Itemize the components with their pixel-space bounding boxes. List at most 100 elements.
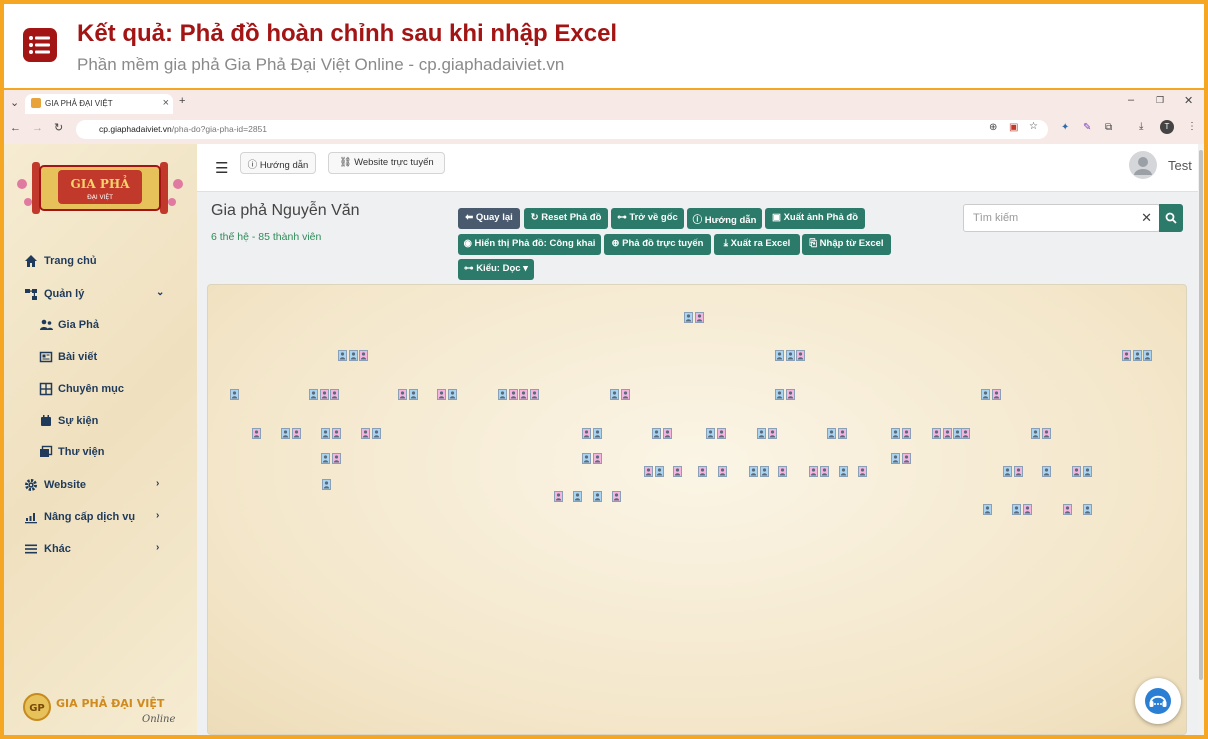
tree-node-male[interactable] <box>759 466 769 477</box>
tree-node-male[interactable] <box>447 389 457 400</box>
tree-node-female[interactable] <box>785 389 795 400</box>
tree-node-male[interactable] <box>1012 504 1021 515</box>
tree-node-female[interactable] <box>991 389 1001 400</box>
family-tree-canvas[interactable] <box>207 284 1187 735</box>
extensions-icon[interactable]: ⧉ <box>1105 122 1112 133</box>
download-icon[interactable]: ⤓ <box>1139 121 1143 132</box>
minimize-icon[interactable]: – <box>1128 94 1134 106</box>
install-icon[interactable]: ▣ <box>1009 122 1018 133</box>
tree-node-female[interactable] <box>837 428 847 439</box>
tree-node-male[interactable] <box>592 428 602 439</box>
reload-icon[interactable]: ↻ <box>54 121 63 134</box>
tree-node-male[interactable] <box>322 479 331 490</box>
reset-chart-button[interactable]: ↻ Reset Phả đồ <box>524 208 608 229</box>
window-close-icon[interactable]: ✕ <box>1184 94 1193 107</box>
tree-node-female[interactable] <box>529 389 539 400</box>
nav-library[interactable]: Thư viện <box>4 443 197 465</box>
guide-button[interactable]: ⓘ Hướng dẫn <box>240 152 316 174</box>
tree-node-male[interactable] <box>1042 466 1051 477</box>
tree-node-female[interactable] <box>662 428 672 439</box>
tree-node-female[interactable] <box>1041 428 1051 439</box>
back-nav-icon[interactable]: ← <box>10 122 21 134</box>
tree-node-female[interactable] <box>361 428 370 439</box>
tree-node-female[interactable] <box>612 491 621 502</box>
tree-node-male[interactable] <box>338 350 347 361</box>
tree-node-female[interactable] <box>858 466 867 477</box>
tree-node-male[interactable] <box>891 428 900 439</box>
tree-node-female[interactable] <box>620 389 630 400</box>
tree-node-male[interactable] <box>582 453 591 464</box>
tree-node-female[interactable] <box>901 453 911 464</box>
tree-node-female[interactable] <box>718 466 727 477</box>
tree-node-female[interactable] <box>1063 504 1072 515</box>
new-tab-icon[interactable]: + <box>179 95 185 107</box>
close-tab-icon[interactable]: × <box>163 97 169 109</box>
tree-node-female[interactable] <box>932 428 941 439</box>
tree-node-female[interactable] <box>698 466 707 477</box>
display-mode-button[interactable]: ◉ Hiển thị Phả đồ: Công khai <box>458 234 601 255</box>
tree-node-female[interactable] <box>437 389 446 400</box>
extension-a-icon[interactable]: ✦ <box>1061 122 1069 133</box>
nav-genealogy[interactable]: Gia Phả <box>4 316 197 338</box>
tree-node-male[interactable] <box>706 428 715 439</box>
nav-other[interactable]: Khác › <box>4 540 197 562</box>
tree-node-male[interactable] <box>775 389 784 400</box>
avatar[interactable] <box>1129 151 1157 179</box>
nav-events[interactable]: Sự kiện <box>4 412 197 434</box>
tree-node-male[interactable] <box>348 350 358 361</box>
tree-node-female[interactable] <box>644 466 653 477</box>
tree-node-male[interactable] <box>749 466 758 477</box>
scrollbar-thumb[interactable] <box>1199 150 1203 680</box>
tree-node-female[interactable] <box>252 428 261 439</box>
tree-node-male[interactable] <box>981 389 990 400</box>
tree-node-male[interactable] <box>593 491 602 502</box>
tree-node-male[interactable] <box>230 389 239 400</box>
tree-node-male[interactable] <box>321 428 330 439</box>
tree-node-male[interactable] <box>1003 466 1012 477</box>
export-image-button[interactable]: ▣ Xuất ảnh Phả đồ <box>765 208 865 229</box>
tree-node-male[interactable] <box>573 491 582 502</box>
tree-node-male[interactable] <box>1031 428 1040 439</box>
import-excel-button[interactable]: ⎘ Nhập từ Excel <box>802 234 891 255</box>
tree-node-male[interactable] <box>654 466 664 477</box>
tree-node-female[interactable] <box>582 428 591 439</box>
back-button[interactable]: ⬅ Quay lại <box>458 208 520 229</box>
nav-categories[interactable]: Chuyên mục <box>4 380 197 402</box>
browser-tab[interactable]: GIA PHẢ ĐẠI VIỆT × <box>25 94 173 114</box>
tree-node-female[interactable] <box>767 428 777 439</box>
tree-node-female[interactable] <box>319 389 329 400</box>
tree-node-female[interactable] <box>1022 504 1032 515</box>
tree-node-female[interactable] <box>901 428 911 439</box>
pen-extension-icon[interactable]: ✎ <box>1083 122 1091 133</box>
tree-node-female[interactable] <box>359 350 368 361</box>
tree-node-male[interactable] <box>983 504 992 515</box>
tree-node-male[interactable] <box>281 428 290 439</box>
tree-node-female[interactable] <box>519 389 528 400</box>
tree-node-female[interactable] <box>331 453 341 464</box>
tree-node-female[interactable] <box>592 453 602 464</box>
tree-node-male[interactable] <box>891 453 900 464</box>
chart-guide-button[interactable]: ⓘ Hướng dẫn <box>687 208 762 229</box>
search-input[interactable]: Tìm kiếm ✕ <box>963 204 1160 232</box>
nav-articles[interactable]: Bài viết <box>4 348 197 370</box>
tree-node-male[interactable] <box>1143 350 1152 361</box>
tree-node-male[interactable] <box>498 389 507 400</box>
export-excel-button[interactable]: ⤓ Xuất ra Excel <box>714 234 800 255</box>
tree-node-female[interactable] <box>819 466 829 477</box>
restore-icon[interactable]: ❐ <box>1156 95 1164 106</box>
tree-node-male[interactable] <box>785 350 795 361</box>
nav-upgrade[interactable]: Nâng cấp dịch vụ › <box>4 508 197 530</box>
address-bar[interactable]: cp.giaphadaiviet.vn/pha-do?gia-pha-id=28… <box>76 120 1048 139</box>
zoom-icon[interactable]: ⊕ <box>989 122 997 133</box>
browser-menu-icon[interactable]: ⋮ <box>1187 121 1197 132</box>
tree-node-female[interactable] <box>961 428 970 439</box>
tree-node-male[interactable] <box>1132 350 1142 361</box>
tree-node-female[interactable] <box>1122 350 1131 361</box>
tree-node-female[interactable] <box>331 428 341 439</box>
tree-node-female[interactable] <box>809 466 818 477</box>
tree-node-male[interactable] <box>839 466 848 477</box>
tree-node-female[interactable] <box>694 312 704 323</box>
nav-home[interactable]: Trang chủ <box>4 252 197 274</box>
online-chart-button[interactable]: ⊕ Phả đồ trực tuyến <box>604 234 711 255</box>
tree-node-male[interactable] <box>684 312 693 323</box>
